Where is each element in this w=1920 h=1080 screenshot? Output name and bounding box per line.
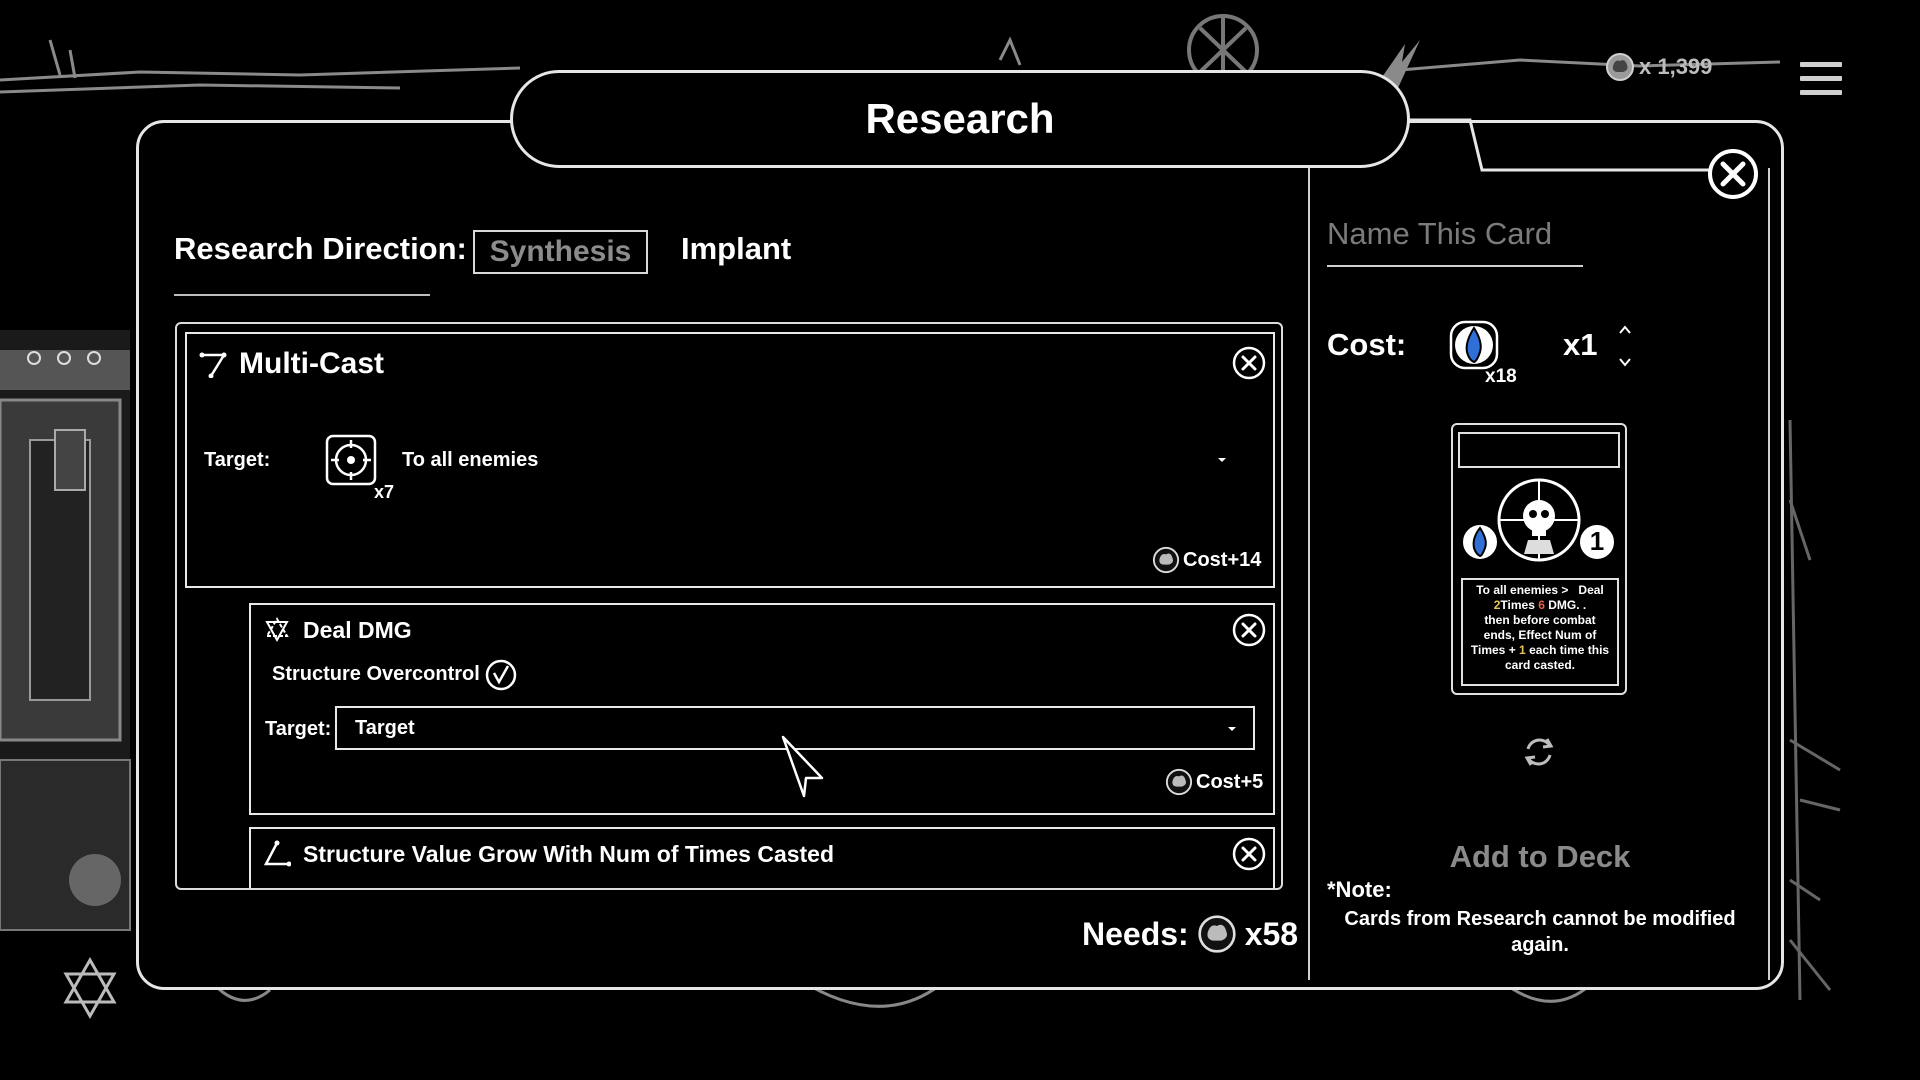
angle-icon — [263, 840, 291, 867]
brain-coin-icon — [1152, 546, 1180, 574]
effect-card-structure-grow: Structure Value Grow With Num of Times C… — [249, 827, 1275, 888]
chevron-down-icon[interactable] — [1616, 354, 1634, 370]
effect-title-text: Deal DMG — [303, 616, 412, 643]
multi-cast-icon — [199, 352, 227, 378]
target-label: Target: — [265, 718, 332, 740]
tab-implant[interactable]: Implant — [681, 231, 791, 267]
menu-lines-icon — [1800, 62, 1842, 67]
blue-flame-icon — [1449, 320, 1499, 370]
cost-tag: Cost+14 — [1152, 546, 1261, 574]
refresh-icon[interactable] — [1520, 733, 1558, 771]
add-to-deck-button[interactable]: Add to Deck — [1390, 839, 1690, 875]
cost-label: Cost: — [1327, 327, 1407, 362]
needs-label: Needs: — [1082, 915, 1189, 952]
effect-title-text: Structure Value Grow With Num of Times C… — [303, 840, 835, 867]
cost-tag: Cost+5 — [1165, 768, 1263, 796]
desc-number: 6 — [1538, 598, 1545, 612]
deal-dmg-icon — [265, 617, 289, 643]
note-label: *Note: — [1327, 877, 1392, 902]
effect-title: Multi-Cast — [199, 347, 384, 381]
desc-part: Deal — [1578, 583, 1604, 597]
card-preview-name-box — [1458, 432, 1620, 468]
brain-coin-icon — [1198, 915, 1236, 953]
effect-title: Deal DMG — [263, 616, 412, 644]
cost-icon-count: x18 — [1485, 366, 1517, 387]
mouse-cursor-icon — [781, 735, 824, 798]
desc-number: 1 — [1519, 643, 1526, 657]
cost-text: Cost+5 — [1196, 770, 1264, 793]
research-direction-label: Research Direction: — [174, 231, 467, 266]
structure-overcontrol-label: Structure Overcontrol — [272, 663, 480, 685]
chevron-up-icon[interactable] — [1616, 322, 1634, 338]
target-dropdown-value: Target — [355, 716, 415, 739]
cost-value: x1 — [1563, 327, 1598, 362]
chevron-down-icon — [1228, 727, 1236, 731]
card-preview-cost-number: 1 — [1589, 526, 1605, 556]
desc-part: Times — [1500, 598, 1535, 612]
effect-title-text: Multi-Cast — [239, 347, 384, 380]
remove-effect-icon[interactable] — [1232, 837, 1266, 871]
menu-button[interactable] — [1800, 62, 1842, 104]
needs-display: Needs: x58 — [1082, 914, 1298, 954]
currency-display: x 1,399 — [1605, 52, 1712, 82]
effect-card-multi-cast: Multi-Cast Target: x7 To all enemies Cos… — [185, 332, 1275, 588]
effects-list[interactable]: Multi-Cast Target: x7 To all enemies Cos… — [175, 322, 1283, 890]
remove-effect-icon[interactable] — [1232, 346, 1266, 380]
desc-part: To all enemies > — [1476, 583, 1569, 597]
needs-amount: x58 — [1244, 915, 1299, 952]
target-label: Target: — [204, 449, 271, 471]
target-count: x7 — [374, 482, 395, 502]
crosshair-icon — [325, 434, 377, 486]
target-dropdown-value[interactable]: To all enemies — [402, 449, 538, 472]
brain-coin-icon — [1165, 768, 1193, 796]
desc-part: then — [1484, 613, 1510, 627]
direction-underline — [174, 294, 430, 296]
card-preview-description: To all enemies > Deal 2Times 6 DMG. . th… — [1461, 578, 1619, 686]
skull-target-icon — [1461, 478, 1616, 562]
tab-synthesis[interactable]: Synthesis — [473, 230, 648, 274]
checkmark-icon[interactable] — [484, 658, 518, 692]
desc-part: DMG. . — [1548, 598, 1587, 612]
note-text: Cards from Research cannot be modified a… — [1344, 908, 1736, 956]
currency-amount: x 1,399 — [1639, 54, 1713, 79]
cost-text: Cost+14 — [1183, 548, 1262, 571]
brain-coin-icon — [1606, 53, 1634, 81]
remove-effect-icon[interactable] — [1232, 613, 1266, 647]
card-name-input[interactable] — [1327, 203, 1583, 267]
window-title: Research — [510, 70, 1410, 168]
effect-title: Structure Value Grow With Num of Times C… — [263, 840, 834, 868]
chevron-down-icon[interactable] — [1215, 455, 1229, 465]
